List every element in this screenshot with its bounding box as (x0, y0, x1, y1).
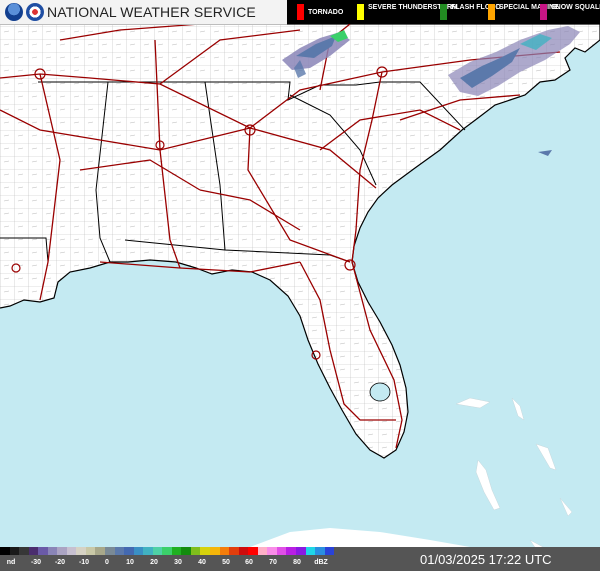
radar-map (0, 0, 600, 571)
dbz-tick: -10 (78, 559, 90, 566)
legend-swatch-severe-thunderstorm (357, 4, 364, 20)
dbz-tick: 60 (245, 559, 253, 566)
dbz-color-swatch (276, 547, 287, 555)
dbz-color-ramp (0, 547, 335, 555)
dbz-color-swatch (47, 547, 58, 555)
legend-label-snow-squall: SNOW SQUALL (551, 4, 600, 11)
legend-label-special-marine: SPECIAL MARINE (499, 4, 559, 11)
dbz-color-swatch (238, 547, 249, 555)
dbz-tick: 50 (222, 559, 230, 566)
dbz-color-swatch (19, 547, 29, 555)
header-bar: NATIONAL WEATHER SERVICE (0, 0, 287, 25)
legend-swatch-special-marine (488, 4, 495, 20)
dbz-tick: nd (6, 559, 16, 566)
dbz-tick: -30 (30, 559, 42, 566)
dbz-color-swatch (162, 547, 172, 555)
dbz-color-swatch (85, 547, 96, 555)
dbz-color-swatch (305, 547, 316, 555)
dbz-color-swatch (114, 547, 125, 555)
legend-swatch-snow-squall (540, 4, 547, 20)
dbz-color-swatch (286, 547, 296, 555)
dbz-unit-label: dBZ (314, 559, 328, 566)
dbz-tick: 0 (105, 559, 109, 566)
legend-label-severe-thunderstorm: SEVERE THUNDERSTORM (368, 4, 458, 11)
dbz-tick: -20 (54, 559, 66, 566)
dbz-tick: 70 (269, 559, 277, 566)
dbz-color-swatch (315, 547, 325, 555)
dbz-color-swatch (295, 547, 306, 555)
dbz-color-swatch (171, 547, 182, 555)
noaa-logo (5, 3, 23, 21)
dbz-color-swatch (95, 547, 106, 555)
dbz-color-swatch (28, 547, 39, 555)
dbz-color-swatch (219, 547, 230, 555)
dbz-color-swatch (143, 547, 153, 555)
dbz-color-swatch (133, 547, 144, 555)
dbz-color-swatch (66, 547, 77, 555)
dbz-color-swatch (210, 547, 220, 555)
dbz-color-swatch (105, 547, 115, 555)
dbz-color-swatch (267, 547, 277, 555)
dbz-scale: nd -30 -20 -10 0 10 20 30 40 50 60 70 80… (0, 547, 335, 571)
dbz-tick: 40 (198, 559, 206, 566)
legend-swatch-tornado (297, 4, 304, 20)
dbz-color-swatch (0, 547, 10, 555)
legend-label-flash-flood: FLASH FLOOD (451, 4, 501, 11)
dbz-color-swatch (124, 547, 134, 555)
header-title: NATIONAL WEATHER SERVICE (47, 4, 256, 20)
dbz-tick: 30 (174, 559, 182, 566)
dbz-color-swatch (190, 547, 201, 555)
dbz-color-swatch (76, 547, 86, 555)
dbz-color-swatch (152, 547, 163, 555)
dbz-color-swatch (9, 547, 20, 555)
timestamp: 01/03/2025 17:22 UTC (420, 552, 552, 567)
dbz-tick: 80 (293, 559, 301, 566)
dbz-color-swatch (38, 547, 48, 555)
dbz-color-swatch (200, 547, 211, 555)
radar-map-viewer: NATIONAL WEATHER SERVICE TORNADO SEVERE … (0, 0, 600, 571)
dbz-color-swatch (248, 547, 258, 555)
dbz-color-swatch (181, 547, 191, 555)
lake-okeechobee (369, 382, 391, 402)
dbz-color-swatch (57, 547, 67, 555)
dbz-color-swatch (257, 547, 268, 555)
dbz-color-swatch (229, 547, 239, 555)
dbz-tick: 20 (150, 559, 158, 566)
bottom-bar: nd -30 -20 -10 0 10 20 30 40 50 60 70 80… (0, 547, 600, 571)
dbz-color-swatch (324, 547, 335, 555)
dbz-tick-labels: nd -30 -20 -10 0 10 20 30 40 50 60 70 80… (0, 556, 334, 570)
dbz-tick: 10 (126, 559, 134, 566)
legend-swatch-flash-flood (440, 4, 447, 20)
nws-logo (26, 3, 44, 21)
warnings-legend: TORNADO SEVERE THUNDERSTORM FLASH FLOOD … (287, 0, 600, 24)
legend-label-tornado: TORNADO (308, 9, 344, 16)
